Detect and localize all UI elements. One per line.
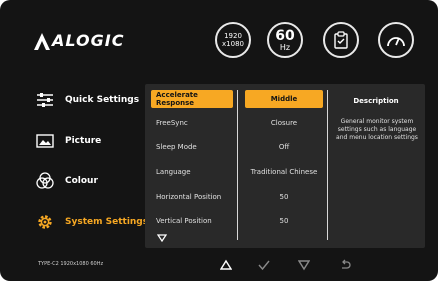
sidebar-item-label: Colour bbox=[65, 176, 98, 186]
option-language[interactable]: Language bbox=[151, 163, 233, 181]
clipboard-check-icon[interactable] bbox=[323, 22, 359, 58]
option-accelerate-response[interactable]: Accelerate Response bbox=[151, 90, 233, 108]
resolution-width: 1920 bbox=[224, 32, 242, 40]
value-sleep-mode[interactable]: Off bbox=[245, 138, 323, 156]
resolution-height: x1080 bbox=[222, 40, 244, 48]
refresh-rate-badge: 60 Hz bbox=[267, 22, 303, 58]
option-freesync[interactable]: FreeSync bbox=[151, 114, 233, 132]
sidebar-item-label: Quick Settings bbox=[65, 95, 140, 105]
refresh-rate-value: 60 bbox=[275, 27, 295, 44]
value-horizontal-position[interactable]: 50 bbox=[245, 188, 323, 206]
sidebar-item-picture[interactable]: Picture bbox=[36, 131, 101, 151]
option-horizontal-position[interactable]: Horizontal Position bbox=[151, 188, 233, 206]
value-freesync[interactable]: Closure bbox=[245, 114, 323, 132]
column-divider bbox=[237, 90, 238, 240]
sliders-icon bbox=[36, 91, 54, 109]
sidebar-item-label: Picture bbox=[65, 136, 102, 146]
sidebar-item-label: System Settings bbox=[65, 217, 149, 227]
check-icon[interactable] bbox=[258, 259, 270, 271]
value-vertical-position[interactable]: 50 bbox=[245, 212, 323, 230]
description-title: Description bbox=[353, 97, 399, 105]
sidebar-item-quick-settings[interactable]: Quick Settings bbox=[36, 90, 139, 110]
option-sleep-mode[interactable]: Sleep Mode bbox=[151, 138, 233, 156]
colour-icon bbox=[36, 172, 54, 190]
triangle-down-icon[interactable] bbox=[298, 259, 310, 271]
settings-panel: Accelerate Response FreeSync Sleep Mode … bbox=[145, 84, 425, 248]
picture-icon bbox=[36, 132, 54, 150]
alogic-logo-icon bbox=[34, 33, 50, 50]
sidebar-item-colour[interactable]: Colour bbox=[36, 171, 98, 191]
value-language[interactable]: Traditional Chinese bbox=[245, 163, 323, 181]
column-divider bbox=[327, 90, 328, 240]
refresh-rate-unit: Hz bbox=[279, 42, 291, 52]
input-model-info: TYPE-C2 1920x1080 60Hz bbox=[38, 261, 104, 267]
value-accelerate-response[interactable]: Middle bbox=[245, 90, 323, 108]
gear-icon bbox=[36, 213, 54, 231]
monitor-osd: ALOGIC 1920 x1080 60 Hz Quick Settings P… bbox=[0, 0, 438, 281]
resolution-badge: 1920 x1080 bbox=[215, 22, 251, 58]
description-body: General monitor system settings such as … bbox=[336, 118, 418, 141]
triangle-up-icon[interactable] bbox=[220, 259, 232, 271]
sidebar-item-system-settings[interactable]: System Settings bbox=[36, 212, 148, 232]
gauge-icon[interactable] bbox=[378, 22, 414, 58]
option-vertical-position[interactable]: Vertical Position bbox=[151, 212, 233, 230]
brand-logo-text: ALOGIC bbox=[52, 31, 125, 50]
return-icon[interactable] bbox=[339, 259, 351, 271]
scroll-down-icon[interactable] bbox=[157, 234, 167, 242]
